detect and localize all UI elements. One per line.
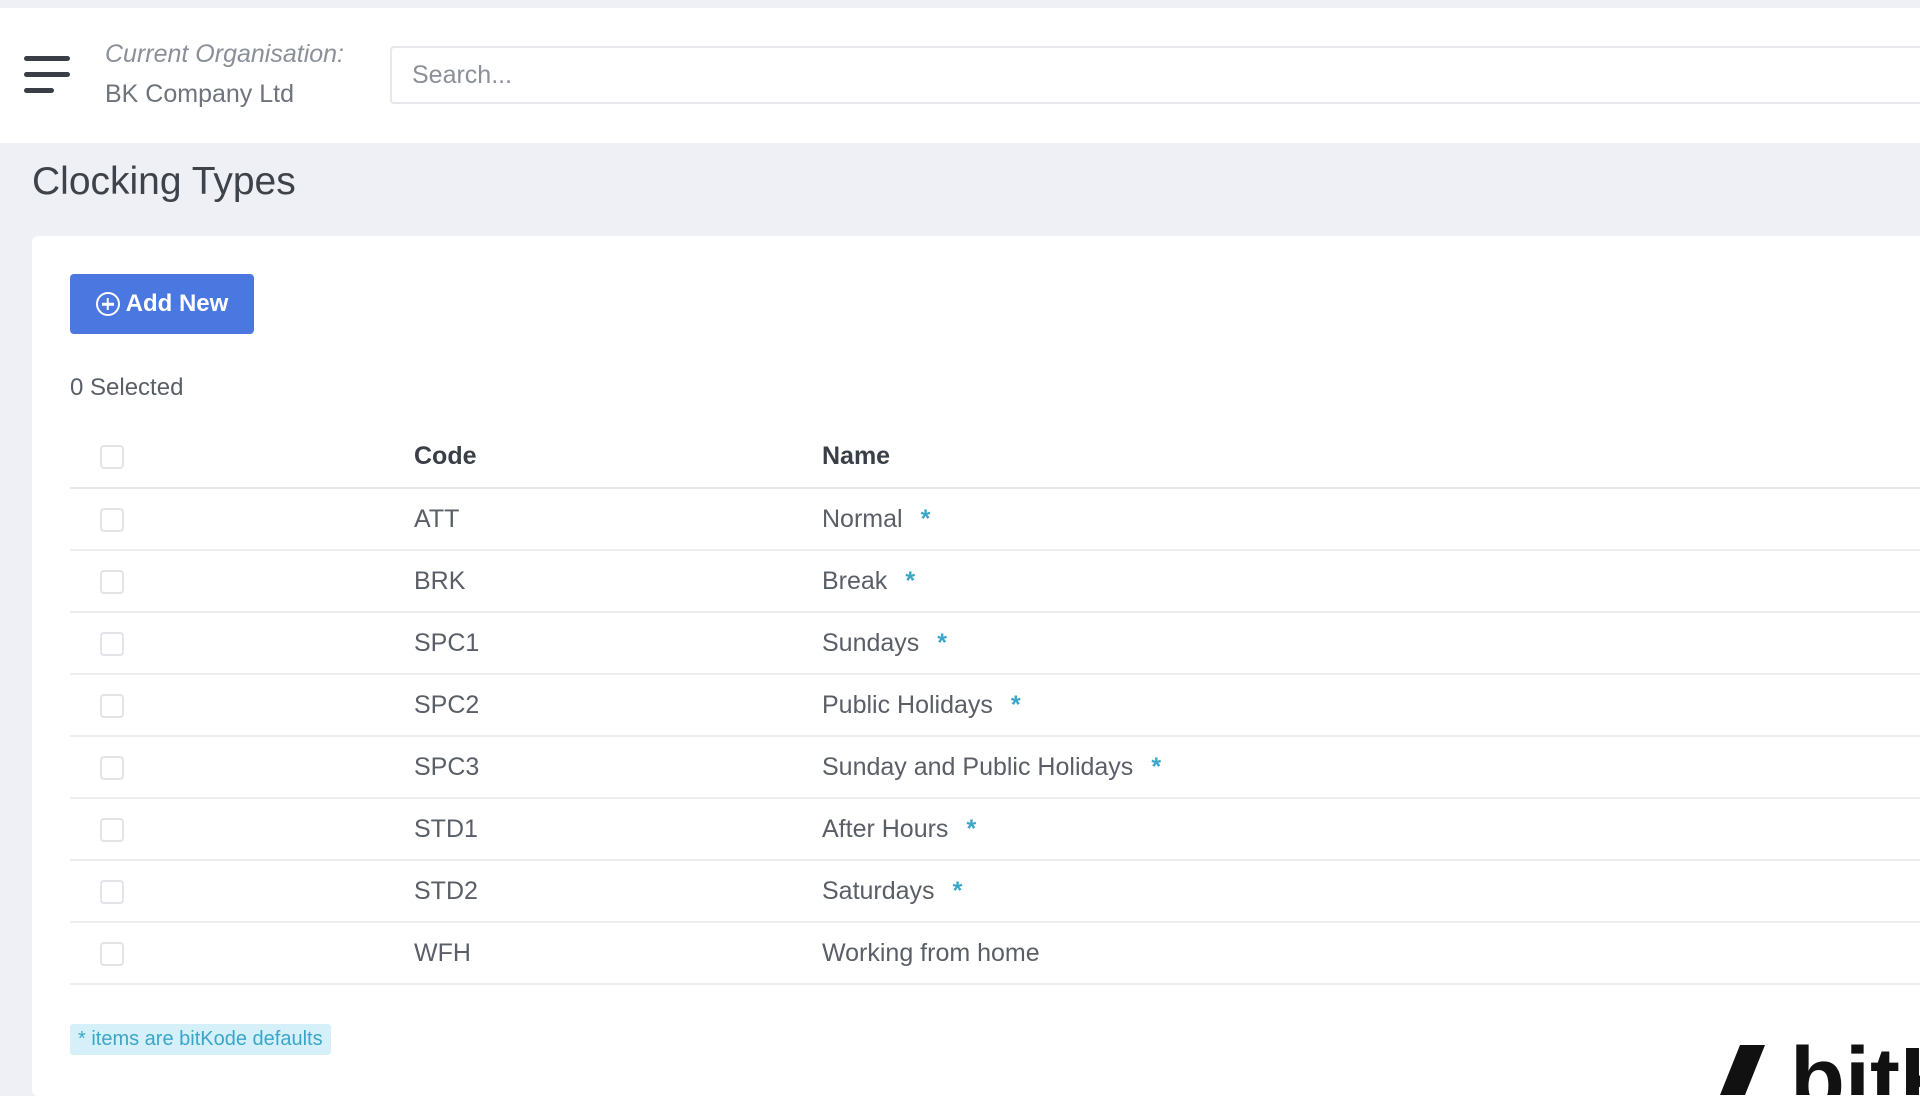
row-checkbox[interactable] — [100, 879, 124, 904]
org-label: Current Organisation: — [105, 40, 345, 68]
table-row[interactable]: SPC1 Sundays * — [70, 612, 1920, 675]
default-marker: * — [966, 814, 977, 843]
row-code: SPC2 — [414, 674, 822, 737]
row-name-cell: Saturdays * — [822, 860, 1920, 923]
row-code: STD1 — [414, 798, 822, 861]
row-select-cell — [70, 488, 414, 551]
brand-watermark-logo: bitK — [1560, 1035, 1920, 1095]
table-row[interactable]: STD1 After Hours * — [70, 798, 1920, 861]
clocking-types-table: Code Name ATT Normal * BRK Break * SPC1 Sundays… — [70, 426, 1920, 985]
search-input[interactable] — [390, 46, 1920, 104]
hamburger-menu-icon[interactable] — [24, 56, 72, 96]
row-checkbox[interactable] — [100, 569, 124, 594]
row-select-cell — [70, 736, 414, 799]
default-marker: * — [920, 504, 931, 533]
table-row[interactable]: SPC2 Public Holidays * — [70, 674, 1920, 737]
row-name-cell: Working from home — [822, 922, 1920, 985]
row-select-cell — [70, 798, 414, 861]
plus-circle-icon — [95, 292, 120, 316]
row-select-cell — [70, 860, 414, 923]
row-select-cell — [70, 922, 414, 985]
row-select-cell — [70, 550, 414, 613]
defaults-note: * items are bitKode defaults — [70, 1024, 331, 1055]
select-all-checkbox[interactable] — [100, 445, 124, 470]
add-new-label: Add New — [125, 290, 229, 317]
table-row[interactable]: ATT Normal * — [70, 488, 1920, 551]
row-name: Public Holidays — [822, 690, 993, 719]
row-checkbox[interactable] — [100, 631, 124, 656]
default-marker: * — [952, 876, 963, 905]
default-marker: * — [905, 566, 916, 595]
row-name: After Hours — [822, 814, 949, 843]
row-name-cell: After Hours * — [822, 798, 1920, 861]
default-marker: * — [937, 628, 948, 657]
row-name-cell: Sunday and Public Holidays * — [822, 736, 1920, 799]
row-code: WFH — [414, 922, 822, 985]
svg-text:bitK: bitK — [1790, 1035, 1920, 1095]
row-code: SPC1 — [414, 612, 822, 675]
default-marker: * — [1010, 690, 1021, 719]
org-name[interactable]: BK Company Ltd — [105, 80, 294, 109]
row-name-cell: Sundays * — [822, 612, 1920, 675]
top-border — [0, 0, 1920, 8]
row-checkbox[interactable] — [100, 941, 124, 966]
row-code: SPC3 — [414, 736, 822, 799]
table-header-row: Code Name — [70, 426, 1920, 489]
row-name: Working from home — [822, 938, 1040, 967]
row-select-cell — [70, 674, 414, 737]
table-row[interactable]: BRK Break * — [70, 550, 1920, 613]
row-name: Sunday and Public Holidays — [822, 752, 1134, 781]
page-title: Clocking Types — [32, 160, 296, 203]
row-name-cell: Normal * — [822, 488, 1920, 551]
row-name: Break — [822, 566, 888, 595]
row-name: Normal — [822, 504, 903, 533]
content-card: Add New 0 Selected Code Name ATT Normal * B… — [32, 236, 1920, 1096]
row-checkbox[interactable] — [100, 817, 124, 842]
column-header-code[interactable]: Code — [414, 426, 822, 489]
selected-count: 0 Selected — [70, 374, 184, 401]
table-row[interactable]: STD2 Saturdays * — [70, 860, 1920, 923]
row-checkbox[interactable] — [100, 693, 124, 718]
table-row[interactable]: WFH Working from home — [70, 922, 1920, 985]
row-name-cell: Public Holidays * — [822, 674, 1920, 737]
select-all-cell — [70, 426, 414, 489]
default-marker: * — [1151, 752, 1162, 781]
add-new-button[interactable]: Add New — [70, 274, 254, 334]
column-header-name[interactable]: Name — [822, 426, 1920, 489]
row-code: STD2 — [414, 860, 822, 923]
row-name: Sundays — [822, 628, 920, 657]
table-row[interactable]: SPC3 Sunday and Public Holidays * — [70, 736, 1920, 799]
row-checkbox[interactable] — [100, 507, 124, 532]
row-checkbox[interactable] — [100, 755, 124, 780]
app-header: Current Organisation: BK Company Ltd — [0, 8, 1920, 143]
row-select-cell — [70, 612, 414, 675]
row-code: BRK — [414, 550, 822, 613]
row-name: Saturdays — [822, 876, 935, 905]
row-name-cell: Break * — [822, 550, 1920, 613]
row-code: ATT — [414, 488, 822, 551]
